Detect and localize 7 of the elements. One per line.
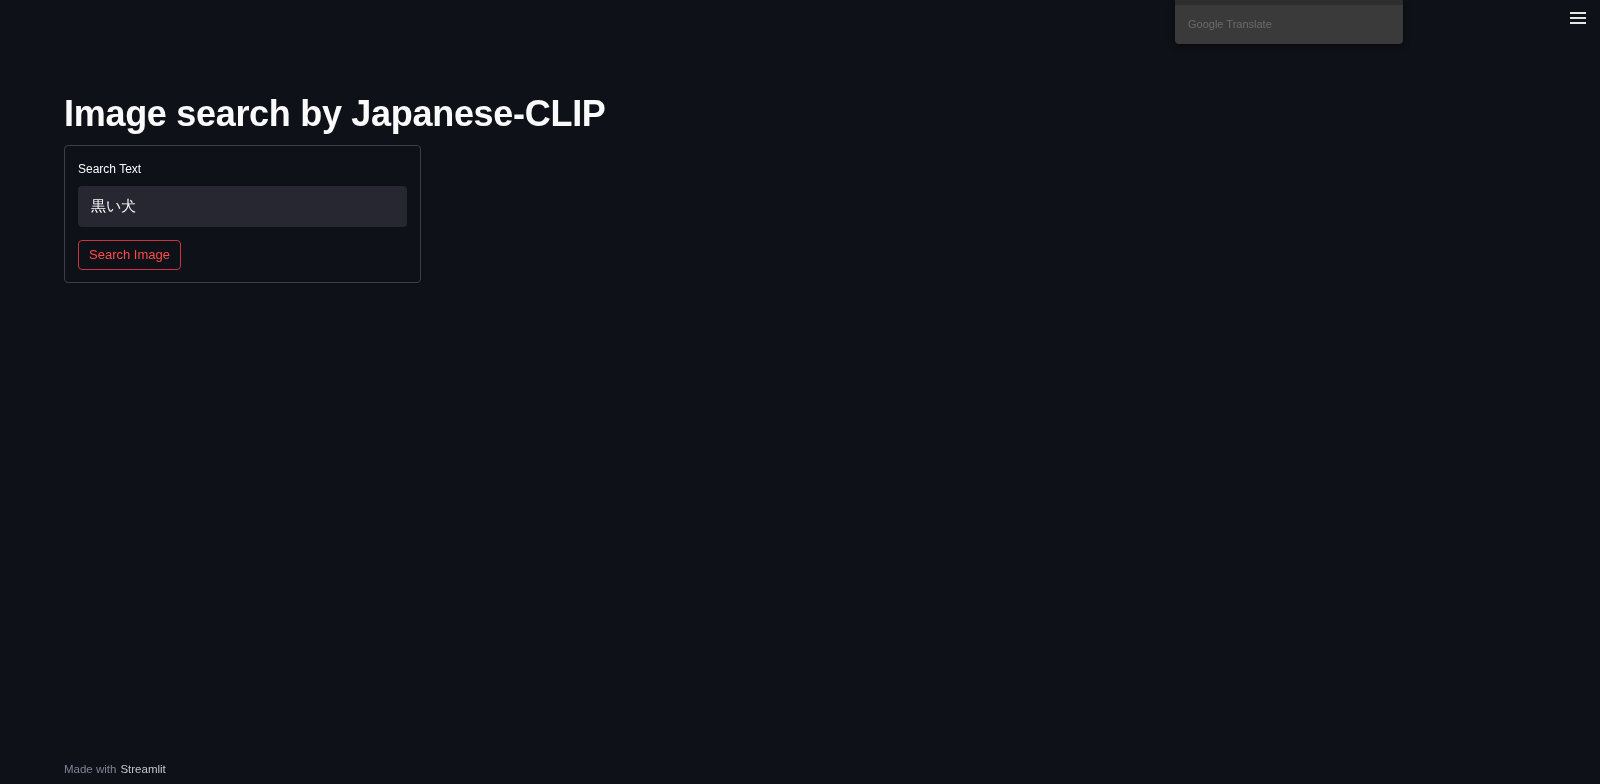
menu-icon[interactable] [1568,10,1588,26]
search-button[interactable]: Search Image [78,240,181,270]
footer-link[interactable]: Streamlit [120,760,166,778]
page-title: Image search by Japanese-CLIP [64,92,607,136]
search-field[interactable]: 黒い犬 [78,186,407,228]
field-label: Search Text [78,161,143,179]
footer-text: Made with [64,761,117,777]
